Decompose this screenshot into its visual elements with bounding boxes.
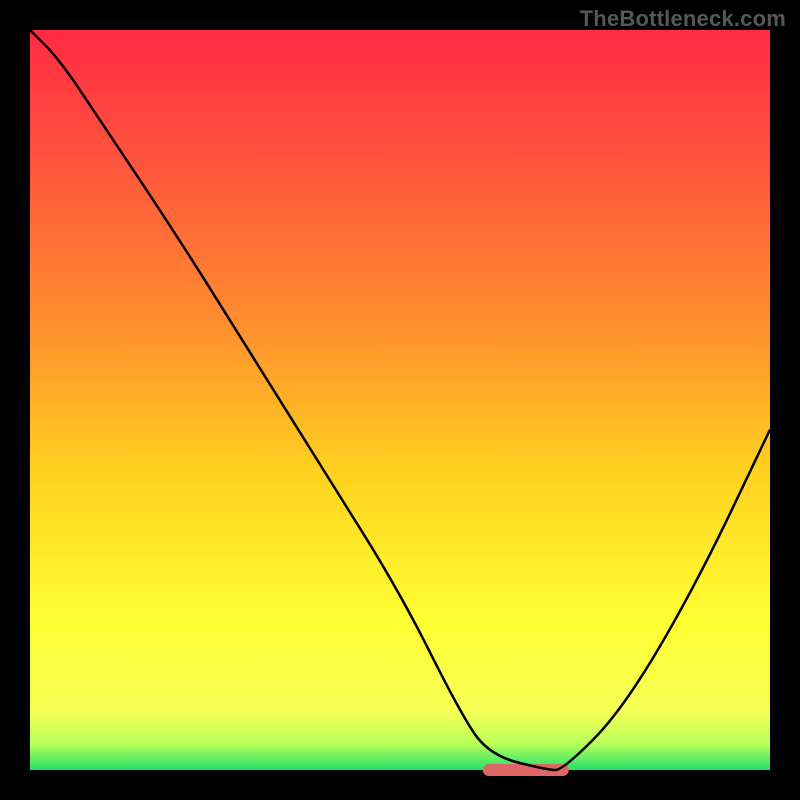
- chart-svg: [0, 0, 800, 800]
- plot-background: [30, 30, 770, 770]
- watermark-text: TheBottleneck.com: [580, 6, 786, 32]
- chart-stage: TheBottleneck.com: [0, 0, 800, 800]
